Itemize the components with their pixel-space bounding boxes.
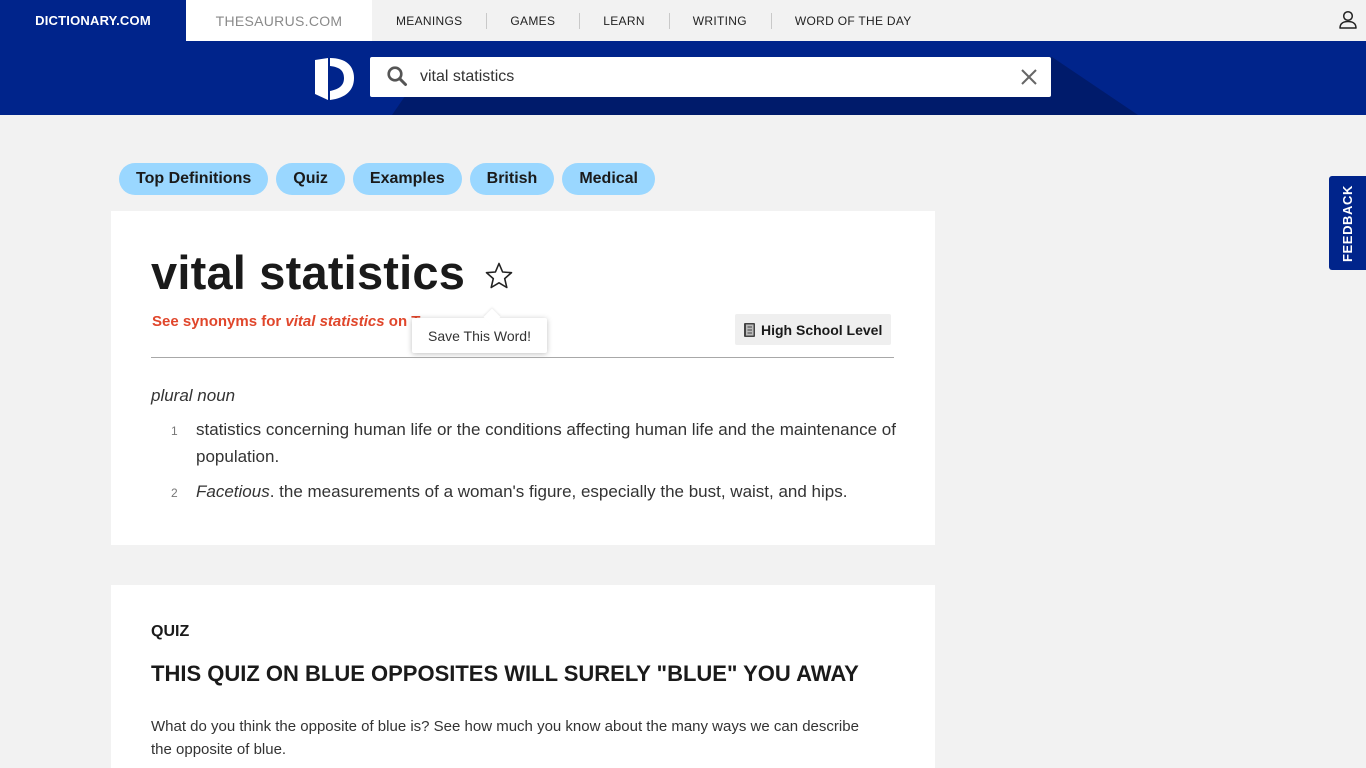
nav-link-learn[interactable]: LEARN: [579, 12, 669, 29]
pill-british[interactable]: British: [469, 163, 555, 195]
headword: vital statistics: [151, 246, 466, 299]
difficulty-level-badge[interactable]: High School Level: [735, 314, 892, 345]
difficulty-level-label: High School Level: [761, 321, 883, 338]
quiz-section-label: QUIZ: [151, 623, 190, 640]
save-word-tooltip: Save This Word!: [412, 318, 547, 353]
synonyms-prefix: See synonyms for: [152, 313, 286, 330]
part-of-speech: plural noun: [151, 386, 236, 405]
nav-link-writing[interactable]: WRITING: [668, 12, 771, 29]
search-header: [0, 41, 1366, 115]
definition-card: vital statistics See synonyms for vital …: [111, 211, 935, 545]
definition-item: 1 statistics concerning human life or th…: [151, 416, 911, 470]
quiz-description: What do you think the opposite of blue i…: [151, 718, 859, 758]
dictionary-logo-icon[interactable]: [314, 57, 354, 101]
tab-dictionary[interactable]: DICTIONARY.COM: [0, 0, 186, 41]
search-box: [370, 57, 1051, 97]
nav-link-games[interactable]: GAMES: [486, 12, 579, 29]
definition-text: statistics concerning human life or the …: [196, 420, 896, 466]
definition-text: . the measurements of a woman's figure, …: [269, 482, 848, 501]
nav-link-meanings[interactable]: MEANINGS: [372, 14, 486, 28]
synonyms-link[interactable]: See synonyms for vital statistics on T: [152, 313, 420, 330]
pill-medical[interactable]: Medical: [562, 163, 655, 195]
tab-thesaurus[interactable]: THESAURUS.COM: [186, 0, 372, 41]
book-icon: [744, 322, 755, 337]
quiz-title[interactable]: THIS QUIZ ON BLUE OPPOSITES WILL SURELY …: [151, 660, 891, 687]
search-input[interactable]: [420, 57, 1000, 97]
search-icon[interactable]: [386, 65, 408, 87]
definition-item: 2 Facetious. the measurements of a woman…: [151, 478, 911, 505]
nav-link-word-of-the-day[interactable]: WORD OF THE DAY: [770, 12, 936, 29]
definition-content: Facetious. the measurements of a woman's…: [196, 478, 911, 505]
pill-quiz[interactable]: Quiz: [276, 163, 345, 195]
pill-top-definitions[interactable]: Top Definitions: [119, 163, 269, 195]
feedback-label: FEEDBACK: [1340, 184, 1355, 262]
nav-links: MEANINGS GAMES LEARN WRITING WORD OF THE…: [372, 0, 1332, 41]
definition-label: Facetious: [196, 482, 270, 501]
definition-number: 2: [171, 486, 178, 500]
top-nav: DICTIONARY.COM THESAURUS.COM MEANINGS GA…: [0, 0, 1366, 41]
synonyms-term: vital statistics: [285, 313, 385, 330]
pill-examples[interactable]: Examples: [352, 163, 462, 195]
divider: [151, 357, 894, 358]
synonyms-suffix: o: [384, 313, 398, 330]
clear-search-icon[interactable]: [1018, 66, 1040, 88]
quiz-card: QUIZ THIS QUIZ ON BLUE OPPOSITES WILL SU…: [111, 585, 935, 768]
section-pills: Top Definitions Quiz Examples British Me…: [119, 163, 655, 195]
user-icon[interactable]: [1336, 8, 1360, 32]
feedback-tab[interactable]: FEEDBACK: [1329, 176, 1366, 270]
definition-number: 1: [171, 424, 178, 438]
star-icon[interactable]: [484, 261, 514, 291]
